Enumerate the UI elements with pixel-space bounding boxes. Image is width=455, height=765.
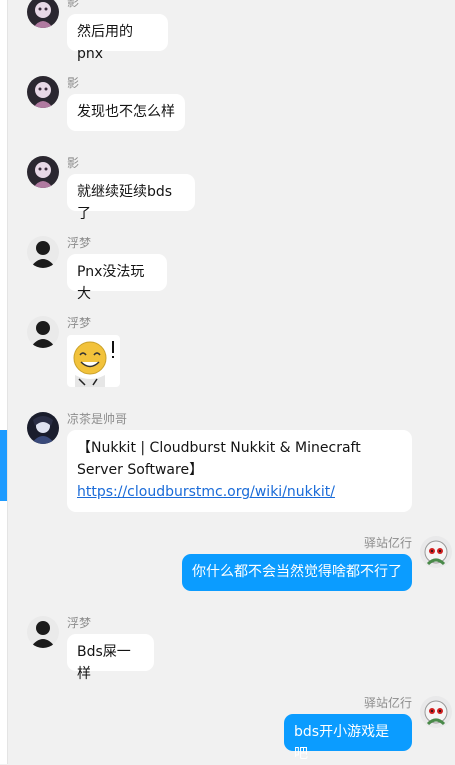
selected-indicator [0,430,7,501]
avatar[interactable] [27,76,59,108]
smiley-sticker[interactable] [67,335,120,387]
avatar[interactable] [27,0,59,28]
sender-name: 驿站亿行 [364,696,413,710]
left-panel-edge [0,0,7,764]
sender-name: 浮梦 [67,316,92,330]
avatar[interactable] [27,616,59,648]
link-message-text: 【Nukkit | Cloudburst Nukkit & Minecraft … [77,440,361,478]
avatar-ying-image [27,156,59,188]
message-bubble[interactable]: bds开小游戏是吧 [284,714,412,762]
link-message-bubble[interactable]: 【Nukkit | Cloudburst Nukkit & Minecraft … [67,430,412,512]
avatar-fumeng-image [27,316,59,348]
avatar-fumeng-image [27,236,59,268]
message-link[interactable]: https://cloudburstmc.org/wiki/nukkit/ [77,484,335,500]
avatar[interactable] [420,696,452,728]
sender-name: 凉茶是帅哥 [67,412,128,426]
message-bubble[interactable]: Pnx没法玩大 [67,254,167,302]
avatar-yizhan-image [420,536,452,568]
message-bubble[interactable]: 就继续延续bds了 [67,174,195,222]
avatar-ying-image [27,0,59,28]
panel-divider [7,0,8,764]
avatar-ying-image [27,76,59,108]
avatar[interactable] [27,156,59,188]
message-bubble[interactable]: Bds屎一样 [67,634,154,682]
sender-name: 影 [67,0,80,9]
avatar-yizhan-image [420,696,452,728]
avatar[interactable] [27,236,59,268]
message-bubble[interactable]: 你什么都不会当然觉得啥都不行了 [182,554,412,591]
sender-name: 浮梦 [67,616,92,630]
sender-name: 驿站亿行 [364,536,413,550]
message-bubble[interactable]: 发现也不怎么样 [67,94,185,131]
avatar-liangcha-image [27,412,59,444]
sender-name: 影 [67,76,80,90]
avatar-fumeng-image [27,616,59,648]
avatar[interactable] [420,536,452,568]
avatar[interactable] [27,316,59,348]
sender-name: 浮梦 [67,236,92,250]
sender-name: 影 [67,156,80,170]
message-bubble[interactable]: 然后用的pnx [67,14,168,62]
smiley-sticker-icon [73,341,114,387]
avatar[interactable] [27,412,59,444]
